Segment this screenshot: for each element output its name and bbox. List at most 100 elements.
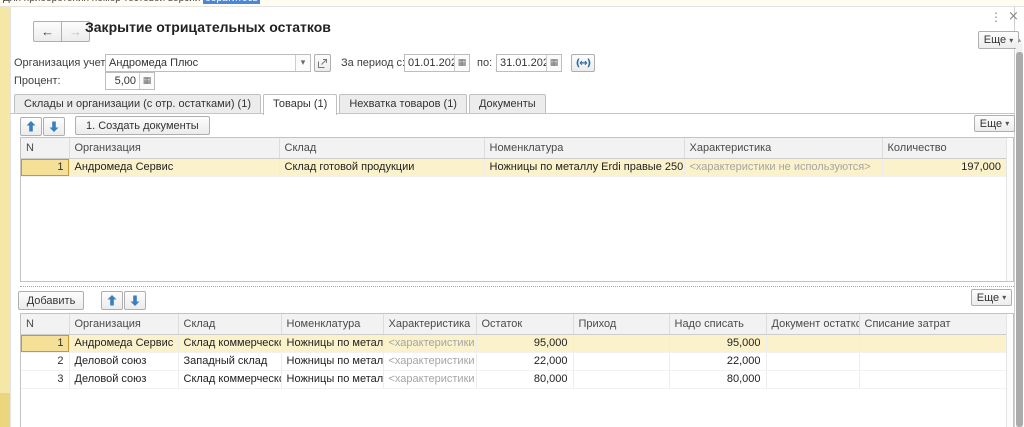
goods-table-scrollbar[interactable]: [1006, 138, 1013, 281]
cell-quantity[interactable]: 197,000: [882, 158, 1007, 177]
cell-item[interactable]: Ножницы по металлу E...: [281, 370, 384, 389]
cell-org[interactable]: Деловой союз: [69, 352, 179, 371]
cell-cost-writeoff[interactable]: [859, 334, 1007, 353]
add-row-label: Добавить: [26, 294, 76, 307]
create-documents-button[interactable]: 1. Создать документы: [75, 116, 210, 135]
cell-characteristic[interactable]: <характеристики не ис...: [383, 352, 477, 371]
org-open-button[interactable]: [314, 54, 331, 72]
goods-more-button[interactable]: Еще ▾: [974, 115, 1015, 132]
cell-income[interactable]: [573, 334, 670, 353]
create-documents-label: 1. Создать документы: [86, 119, 199, 132]
dropdown-icon[interactable]: ▾: [295, 55, 310, 71]
col-need-writeoff: Надо списать: [669, 314, 767, 335]
close-icon[interactable]: ×: [1008, 9, 1019, 24]
cell-cost-writeoff[interactable]: [859, 370, 1007, 389]
cell-need-writeoff[interactable]: 95,000: [669, 334, 767, 353]
tab-warehouses[interactable]: Склады и организации (с отр. остатками) …: [14, 94, 261, 113]
page-title: Закрытие отрицательных остатков: [85, 19, 331, 35]
cell-n[interactable]: 1: [21, 334, 70, 353]
goods-table: N Организация Склад Номенклатура Характе…: [20, 137, 1014, 282]
chevron-down-icon: ▾: [1005, 119, 1010, 128]
cell-item[interactable]: Ножницы по металлу Erdi правые 250 мм: [484, 158, 685, 177]
up-arrow-icon: [26, 121, 36, 132]
writeoff-more-button[interactable]: Еще ▾: [971, 289, 1012, 306]
back-icon: ←: [41, 24, 54, 39]
col-n: N: [21, 314, 70, 335]
table-row[interactable]: 3 Деловой союз Склад коммерческой с... Н…: [21, 370, 1007, 389]
table-row[interactable]: 1 Андромеда Сервис Склад готовой продукц…: [21, 158, 1007, 177]
cell-warehouse[interactable]: Западный склад: [178, 352, 282, 371]
goods-move-down-button[interactable]: [43, 117, 65, 136]
cell-n[interactable]: 3: [21, 370, 70, 389]
down-arrow-icon: [130, 295, 140, 306]
cell-item[interactable]: Ножницы по металлу E...: [281, 334, 384, 353]
cell-warehouse[interactable]: Склад коммерческой с...: [178, 370, 282, 389]
goods-header-row: N Организация Склад Номенклатура Характе…: [21, 138, 1007, 159]
choose-period-button[interactable]: (↔): [571, 54, 595, 72]
period-to-input[interactable]: 31.01.2026 ▦: [496, 54, 562, 72]
col-rest-document: Документ остатков: [766, 314, 860, 335]
cell-characteristic[interactable]: <характеристики не используются>: [684, 158, 883, 177]
col-cost-writeoff: Списание затрат: [859, 314, 1007, 335]
period-from-label: За период с:: [341, 57, 406, 69]
writeoff-move-down-button[interactable]: [124, 291, 146, 310]
nav-button-group: ← →: [33, 21, 90, 42]
col-characteristic: Характеристика: [684, 138, 883, 159]
writeoff-more-label: Еще: [976, 291, 1000, 304]
cell-income[interactable]: [573, 370, 670, 389]
tab-documents[interactable]: Документы: [468, 94, 546, 113]
tab-shortage[interactable]: Нехватка товаров (1): [339, 94, 467, 113]
tab-goods[interactable]: Товары (1): [263, 94, 338, 115]
col-quantity: Количество: [882, 138, 1007, 159]
cell-rest-document[interactable]: [766, 352, 860, 371]
org-label: Организация учета:: [14, 57, 115, 69]
cell-rest[interactable]: 80,000: [476, 370, 574, 389]
cell-org[interactable]: Андромеда Сервис: [69, 158, 280, 177]
cell-characteristic[interactable]: <характеристики не ис...: [383, 370, 477, 389]
cell-rest[interactable]: 95,000: [476, 334, 574, 353]
col-org: Организация: [69, 138, 280, 159]
calendar-icon[interactable]: ▦: [546, 55, 561, 71]
kebab-menu-icon[interactable]: ⋮: [990, 10, 1002, 24]
writeoff-table-scrollbar[interactable]: [1006, 314, 1013, 427]
cell-org[interactable]: Деловой союз: [69, 370, 179, 389]
writeoff-move-up-button[interactable]: [101, 291, 123, 310]
cell-characteristic[interactable]: <характеристики не ис...: [383, 334, 477, 353]
writeoff-grid: N Организация Склад Номенклатура Характе…: [21, 314, 1007, 389]
cell-need-writeoff[interactable]: 80,000: [669, 370, 767, 389]
add-row-button[interactable]: Добавить: [18, 291, 84, 310]
cell-rest-document[interactable]: [766, 334, 860, 353]
cell-item[interactable]: Ножницы по металлу E...: [281, 352, 384, 371]
org-value: Андромеда Плюс: [109, 57, 199, 69]
panel-splitter[interactable]: [20, 286, 1014, 287]
org-combobox[interactable]: Андромеда Плюс ▾: [105, 54, 311, 72]
notification-link[interactable]: обратитесь: [203, 0, 260, 4]
cell-n[interactable]: 1: [21, 158, 70, 177]
writeoff-table: N Организация Склад Номенклатура Характе…: [20, 313, 1014, 427]
cell-org[interactable]: Андромеда Сервис: [69, 334, 179, 353]
cell-rest[interactable]: 22,000: [476, 352, 574, 371]
table-row[interactable]: 1 Андромеда Сервис Склад коммерческой с.…: [21, 334, 1007, 353]
cell-n[interactable]: 2: [21, 352, 70, 371]
left-panel-edge: [0, 7, 10, 427]
table-row[interactable]: 2 Деловой союз Западный склад Ножницы по…: [21, 352, 1007, 371]
cell-income[interactable]: [573, 352, 670, 371]
cell-rest-document[interactable]: [766, 370, 860, 389]
chevron-down-icon: ▾: [1009, 35, 1014, 45]
col-org: Организация: [69, 314, 179, 335]
goods-move-up-button[interactable]: [20, 117, 42, 136]
calendar-icon[interactable]: ▦: [454, 55, 469, 71]
cell-warehouse[interactable]: Склад коммерческой с...: [178, 334, 282, 353]
period-to-label: по:: [477, 57, 493, 69]
back-button[interactable]: ←: [33, 21, 62, 42]
period-from-input[interactable]: 01.01.2026 ▦: [404, 54, 470, 72]
cell-need-writeoff[interactable]: 22,000: [669, 352, 767, 371]
cell-warehouse[interactable]: Склад готовой продукции: [279, 158, 485, 177]
form-scrollbar-thumb[interactable]: [1016, 52, 1023, 427]
period-to-value: 31.01.2026: [500, 57, 546, 69]
percent-input[interactable]: 5,00 ▦: [105, 72, 155, 90]
chevron-down-icon: ▾: [1002, 293, 1007, 302]
cell-cost-writeoff[interactable]: [859, 352, 1007, 371]
calculator-icon[interactable]: ▦: [139, 73, 154, 89]
form-more-button[interactable]: Еще ▾: [978, 31, 1019, 49]
